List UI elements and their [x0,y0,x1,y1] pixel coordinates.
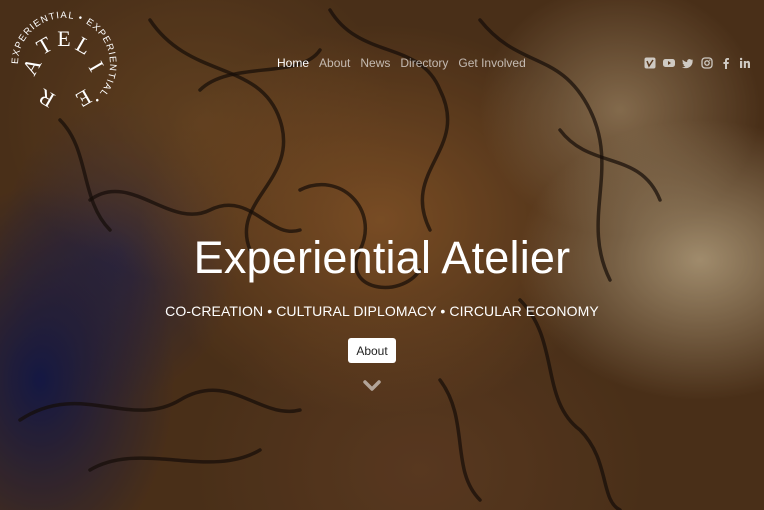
linkedin-icon[interactable] [738,56,751,69]
nav-item-about[interactable]: About [319,56,350,70]
main-nav: Home About News Directory Get Involved [277,56,536,70]
vimeo-icon[interactable] [643,56,656,69]
experiential-atelier-logo[interactable]: EXPERIENTIAL • EXPERIENTIAL • A T E L I … [8,8,120,120]
logo-letter: E [57,26,70,51]
twitter-icon[interactable] [681,56,694,69]
facebook-icon[interactable] [719,56,732,69]
logo-letter: R [33,84,58,113]
logo-letter: E [72,84,96,112]
about-button[interactable]: About [348,338,396,363]
hero-tagline: CO-CREATION • CULTURAL DIPLOMACY • CIRCU… [165,303,599,319]
nav-item-home[interactable]: Home [277,56,309,70]
logo-letter: I [84,57,109,76]
nav-item-get-involved[interactable]: Get Involved [458,56,525,70]
nav-item-directory[interactable]: Directory [400,56,448,70]
social-links [643,56,751,69]
nav-item-news[interactable]: News [360,56,390,70]
chevron-down-icon[interactable] [362,378,382,394]
instagram-icon[interactable] [700,56,713,69]
hero-title: Experiential Atelier [193,232,571,283]
logo-letter: T [32,31,57,60]
youtube-icon[interactable] [662,56,675,69]
logo-letter: L [72,31,96,59]
